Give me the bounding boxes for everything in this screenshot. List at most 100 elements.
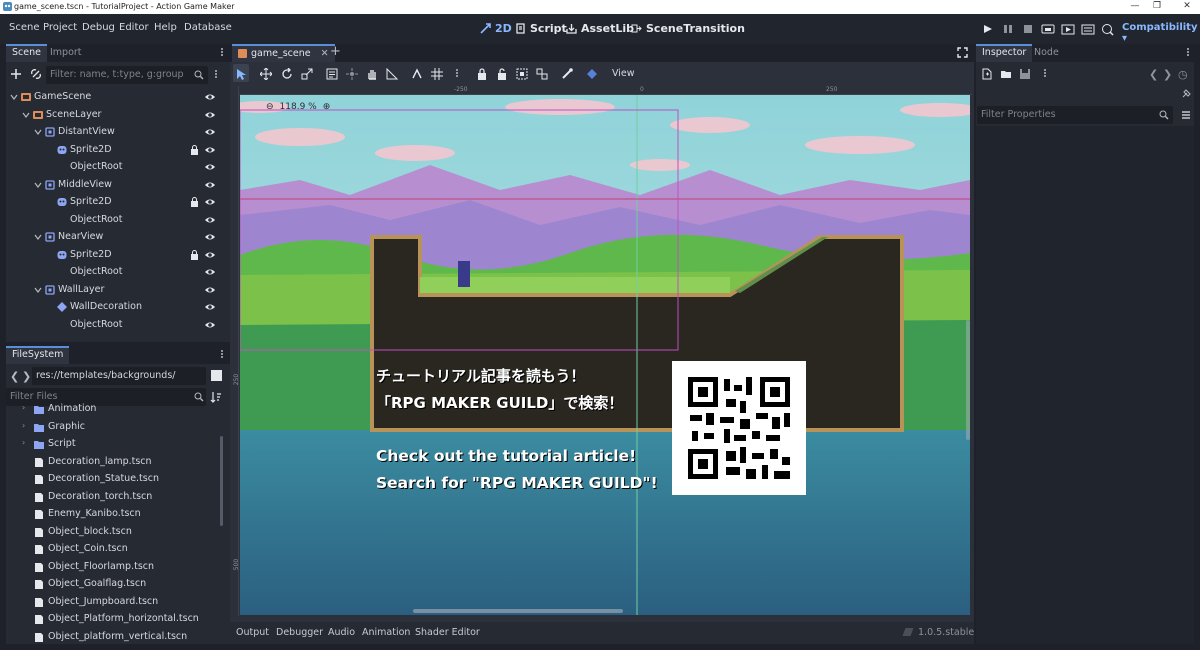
workspace-scenetransition-button[interactable]: SceneTransition bbox=[631, 22, 745, 35]
bottom-tab-audio[interactable]: Audio bbox=[328, 627, 355, 638]
inspector-filter-input[interactable]: Filter Properties bbox=[977, 106, 1173, 124]
visibility-eye-icon[interactable] bbox=[204, 127, 216, 137]
stop-icon[interactable] bbox=[1020, 22, 1036, 36]
canvas-viewport[interactable]: ⊖ 118.9 % ⊕ チュートリアル記事を読もう！ 「RPG MAKER GU… bbox=[240, 95, 970, 615]
skeleton-icon[interactable] bbox=[561, 68, 573, 80]
tab-node[interactable]: Node bbox=[1028, 44, 1065, 62]
close-icon[interactable]: ✕ bbox=[321, 48, 329, 59]
tab-import[interactable]: Import bbox=[44, 44, 88, 62]
menu-editor[interactable]: Editor bbox=[119, 22, 149, 33]
play-scene-icon[interactable] bbox=[1060, 22, 1076, 36]
menu-scene[interactable]: Scene bbox=[9, 22, 40, 33]
play-icon[interactable] bbox=[980, 22, 996, 36]
bottom-tab-output[interactable]: Output bbox=[236, 627, 269, 638]
remote-debug-icon[interactable] bbox=[1040, 22, 1056, 36]
lock-icon[interactable] bbox=[476, 68, 488, 80]
maximize-button[interactable]: ❐ bbox=[1150, 1, 1164, 13]
inspector-extra-icon[interactable] bbox=[1043, 68, 1047, 80]
pan-tool-icon[interactable] bbox=[366, 68, 378, 80]
back-icon[interactable]: ❮ bbox=[10, 370, 19, 383]
scene-tree-row[interactable]: NearView bbox=[6, 229, 218, 246]
smart-snap-icon[interactable] bbox=[411, 68, 423, 80]
scene-tree-row[interactable]: ObjectRoot bbox=[6, 317, 218, 334]
visibility-eye-icon[interactable] bbox=[204, 285, 216, 295]
emitter-icon[interactable] bbox=[586, 68, 598, 80]
filesystem-item[interactable]: Object_Goalflag.tscn bbox=[22, 576, 218, 593]
save-icon[interactable] bbox=[1019, 68, 1031, 80]
tab-game-scene[interactable]: game_scene ✕ bbox=[232, 44, 335, 62]
link-icon[interactable] bbox=[30, 68, 42, 80]
inspector-menu-icon[interactable] bbox=[1186, 47, 1190, 59]
property-options-icon[interactable] bbox=[1180, 109, 1192, 121]
ruler-tool-icon[interactable] bbox=[386, 68, 398, 80]
visibility-eye-icon[interactable] bbox=[204, 320, 216, 330]
scene-tree-row[interactable]: Sprite2D bbox=[6, 247, 218, 264]
zoom-in-icon[interactable]: ⊕ bbox=[323, 102, 331, 112]
scene-tree-row[interactable]: DistantView bbox=[6, 124, 218, 141]
pivot-tool-icon[interactable] bbox=[346, 68, 358, 80]
visibility-eye-icon[interactable] bbox=[204, 232, 216, 242]
scene-tree-row[interactable]: WallDecoration bbox=[6, 299, 218, 316]
rotate-tool-icon[interactable] bbox=[281, 68, 293, 80]
add-tab-icon[interactable]: + bbox=[330, 44, 341, 59]
filesystem-item[interactable]: › Animation bbox=[22, 401, 218, 418]
chevron-right-icon[interactable]: › bbox=[22, 421, 25, 430]
snap-options-icon[interactable] bbox=[455, 68, 459, 80]
filesystem-item[interactable]: Object_block.tscn bbox=[22, 524, 218, 541]
lock-icon[interactable] bbox=[190, 249, 199, 260]
forward-icon[interactable]: ❯ bbox=[22, 370, 31, 383]
filesystem-scrollbar[interactable] bbox=[220, 436, 223, 526]
tab-inspector[interactable]: Inspector bbox=[976, 44, 1033, 62]
filesystem-item[interactable]: Object_Jumpboard.tscn bbox=[22, 594, 218, 611]
filesystem-item[interactable]: Object_Floorlamp.tscn bbox=[22, 559, 218, 576]
filesystem-item[interactable]: Enemy_Kanibo.tscn bbox=[22, 506, 218, 523]
visibility-eye-icon[interactable] bbox=[204, 215, 216, 225]
scene-tree-row[interactable]: SceneLayer bbox=[6, 107, 218, 124]
grid-snap-icon[interactable] bbox=[431, 68, 443, 80]
open-folder-icon[interactable] bbox=[1000, 68, 1012, 80]
view-menu[interactable]: View bbox=[612, 68, 635, 79]
history-back-icon[interactable]: ❮ bbox=[1149, 68, 1158, 81]
filesystem-item[interactable]: Object_Coin.tscn bbox=[22, 541, 218, 558]
distraction-free-icon[interactable] bbox=[957, 47, 968, 58]
menu-project[interactable]: Project bbox=[43, 22, 77, 33]
tab-filesystem[interactable]: FileSystem bbox=[6, 346, 70, 364]
visibility-eye-icon[interactable] bbox=[204, 145, 216, 155]
zoom-level[interactable]: 118.9 % bbox=[280, 102, 317, 112]
menu-help[interactable]: Help bbox=[154, 22, 177, 33]
workspace-script-button[interactable]: Script bbox=[515, 22, 567, 35]
filesystem-item[interactable]: Decoration_torch.tscn bbox=[22, 489, 218, 506]
history-forward-icon[interactable]: ❯ bbox=[1163, 68, 1172, 81]
visibility-eye-icon[interactable] bbox=[204, 180, 216, 190]
scale-tool-icon[interactable] bbox=[301, 68, 313, 80]
scene-tree-row[interactable]: MiddleView bbox=[6, 177, 218, 194]
filesystem-item[interactable]: Object_Platform_horizontal.tscn bbox=[22, 611, 218, 628]
split-mode-icon[interactable] bbox=[211, 370, 222, 381]
history-icon[interactable]: ◷ bbox=[1178, 68, 1188, 81]
unlock-icon[interactable] bbox=[496, 68, 508, 80]
bottom-tab-shader-editor[interactable]: Shader Editor bbox=[415, 627, 480, 638]
scene-tree-row[interactable]: ObjectRoot bbox=[6, 159, 218, 176]
visibility-eye-icon[interactable] bbox=[204, 267, 216, 277]
close-button[interactable]: ✕ bbox=[1180, 1, 1194, 13]
scene-tree-row[interactable]: ObjectRoot bbox=[6, 264, 218, 281]
chevron-down-icon[interactable] bbox=[34, 128, 42, 136]
visibility-eye-icon[interactable] bbox=[204, 92, 216, 102]
lock-icon[interactable] bbox=[190, 197, 199, 207]
chevron-right-icon[interactable]: › bbox=[22, 438, 25, 447]
filesystem-item[interactable]: Decoration_Statue.tscn bbox=[22, 471, 218, 488]
visibility-eye-icon[interactable] bbox=[204, 110, 216, 120]
zoom-out-icon[interactable]: ⊖ bbox=[266, 102, 274, 112]
ungroup-icon[interactable] bbox=[536, 68, 548, 80]
visibility-eye-icon[interactable] bbox=[204, 162, 216, 172]
select-tool-icon[interactable] bbox=[235, 68, 247, 80]
lock-icon[interactable] bbox=[190, 144, 199, 155]
visibility-eye-icon[interactable] bbox=[204, 302, 216, 312]
workspace-assetlib-button[interactable]: AssetLib bbox=[566, 22, 634, 35]
visibility-eye-icon[interactable] bbox=[204, 197, 216, 207]
new-resource-icon[interactable] bbox=[981, 68, 993, 80]
filesystem-item[interactable]: Object_platform_vertical.tscn bbox=[22, 629, 218, 646]
visibility-eye-icon[interactable] bbox=[204, 250, 216, 260]
filesystem-item[interactable]: › Graphic bbox=[22, 419, 218, 436]
pause-icon[interactable] bbox=[1000, 22, 1016, 36]
